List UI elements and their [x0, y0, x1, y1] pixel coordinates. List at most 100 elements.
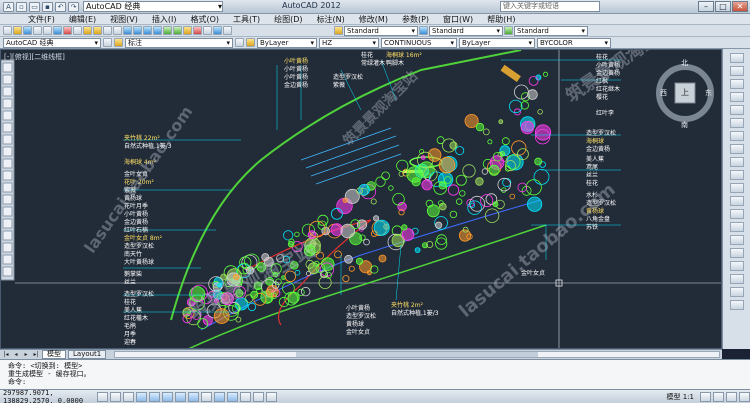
print-icon[interactable] [33, 26, 42, 35]
menu-view[interactable]: 视图(V) [110, 14, 138, 25]
isolate-objects-icon[interactable] [726, 391, 737, 402]
layer-previous-icon[interactable] [246, 38, 255, 47]
make-current-icon[interactable] [235, 38, 244, 47]
modify-explode-icon[interactable] [729, 287, 744, 297]
command-prompt[interactable]: 命令: [8, 378, 742, 386]
zoom-window-icon[interactable] [143, 26, 152, 35]
open-file-icon[interactable]: ▭ [29, 1, 40, 12]
text-style-select[interactable]: Standard ▾ [344, 25, 418, 36]
snap-mode-button[interactable] [110, 391, 121, 402]
plotstyle-select[interactable]: BYCOLOR ▾ [537, 37, 611, 48]
viewport-label[interactable]: [-][俯视][二维线框] [4, 52, 65, 62]
polar-tracking-button[interactable] [149, 391, 160, 402]
zoom-realtime-icon[interactable] [133, 26, 142, 35]
publish-icon[interactable] [53, 26, 62, 35]
viewcube-west-label[interactable]: 西 [660, 90, 667, 97]
pan-tool-icon[interactable] [729, 53, 744, 63]
linetype-select[interactable]: CONTINUOUS ▾ [381, 37, 457, 48]
orbit-tool-icon[interactable] [729, 79, 744, 89]
object-snap-tracking-button[interactable] [188, 391, 199, 402]
tab-model[interactable]: 模型 [42, 350, 66, 359]
menu-parametric[interactable]: 参数(P) [402, 14, 429, 25]
modify-chamfer-icon[interactable] [729, 261, 744, 271]
menu-insert[interactable]: 插入(I) [152, 14, 177, 25]
modify-join-icon[interactable] [729, 248, 744, 258]
design-center-icon[interactable] [173, 26, 182, 35]
workspace-settings-icon[interactable] [103, 38, 112, 47]
prev-tab-arrow-icon[interactable]: ◂ [12, 351, 20, 359]
undo-icon[interactable]: ↶ [55, 1, 66, 12]
save-icon[interactable] [23, 26, 32, 35]
zoom-previous-icon[interactable] [153, 26, 162, 35]
annotation-layer-select[interactable]: 标注 ▾ [125, 37, 233, 48]
quick-properties-button[interactable] [253, 391, 264, 402]
viewcube-north-label[interactable]: 北 [681, 60, 688, 67]
redo-icon[interactable] [113, 26, 122, 35]
lock-ui-icon[interactable] [713, 391, 724, 402]
menu-format[interactable]: 格式(O) [190, 14, 219, 25]
menu-file[interactable]: 文件(F) [28, 14, 55, 25]
clean-screen-icon[interactable] [739, 391, 750, 402]
drawing-viewport[interactable]: [-][俯视][二维线框] 北 南 东 西 上 夹竹桃 22m² 自然式种植,1… [0, 49, 722, 349]
redo-icon[interactable]: ↷ [68, 1, 79, 12]
maximize-button[interactable]: □ [715, 1, 731, 12]
scrollbar-thumb[interactable] [296, 352, 538, 357]
menu-modify[interactable]: 修改(M) [359, 14, 388, 25]
workspace-select[interactable]: AutoCAD 经典 ▾ [3, 37, 101, 48]
tool-palettes-icon[interactable] [183, 26, 192, 35]
next-tab-arrow-icon[interactable]: ▸ [22, 351, 30, 359]
open-icon[interactable] [13, 26, 22, 35]
infer-constraints-button[interactable] [97, 391, 108, 402]
modify-break-icon[interactable] [729, 235, 744, 245]
last-tab-arrow-icon[interactable]: ▸| [32, 351, 40, 359]
modify-copy-icon[interactable] [729, 118, 744, 128]
grid-display-button[interactable] [123, 391, 134, 402]
dynamic-input-button[interactable] [214, 391, 225, 402]
modify-erase-icon[interactable] [729, 300, 744, 310]
app-menu-icon[interactable]: A [3, 1, 14, 12]
modify-mirror-icon[interactable] [729, 131, 744, 141]
ortho-mode-button[interactable] [136, 391, 147, 402]
modify-stretch-icon[interactable] [729, 196, 744, 206]
viewcube-east-label[interactable]: 东 [705, 90, 712, 97]
tab-layout1[interactable]: Layout1 [68, 350, 107, 359]
menu-help[interactable]: 帮助(H) [487, 14, 515, 25]
help-search-input[interactable]: 键入关键字或短语 [500, 1, 600, 12]
calculator-icon[interactable] [213, 26, 222, 35]
modify-scale-icon[interactable] [729, 183, 744, 193]
close-button[interactable]: ✕ [732, 1, 748, 12]
viewcube-top-face[interactable]: 上 [681, 89, 689, 97]
cut-icon[interactable] [63, 26, 72, 35]
copy-icon[interactable] [73, 26, 82, 35]
transparency-button[interactable] [240, 391, 251, 402]
preview-icon[interactable] [43, 26, 52, 35]
match-properties-icon[interactable] [93, 26, 102, 35]
workspace-switching-icon[interactable] [700, 391, 711, 402]
save-icon[interactable]: ▪ [42, 1, 53, 12]
cursor-coordinates[interactable]: 297987.9071, 138829.2570, 0.0000 [3, 389, 95, 403]
command-window[interactable]: 命令: <切换到: 模型> 重生成模型 - 缓存视口。 命令: [0, 359, 750, 389]
menu-tools[interactable]: 工具(T) [233, 14, 260, 25]
annotation-scale[interactable]: 模型 1:1 [667, 392, 699, 402]
zoom-tool-icon[interactable] [729, 66, 744, 76]
menu-edit[interactable]: 编辑(E) [69, 14, 96, 25]
paste-icon[interactable] [83, 26, 92, 35]
sheet-set-icon[interactable] [193, 26, 202, 35]
modify-offset-icon[interactable] [729, 144, 744, 154]
selection-cycling-button[interactable] [266, 391, 277, 402]
horizontal-scrollbar[interactable] [114, 351, 720, 358]
3d-object-snap-button[interactable] [175, 391, 186, 402]
object-snap-button[interactable] [162, 391, 173, 402]
lineweight-button[interactable] [227, 391, 238, 402]
new-file-icon[interactable]: ▫ [16, 1, 27, 12]
workspace-switcher[interactable]: AutoCAD 经典 ▾ [83, 1, 223, 12]
dim-style-select[interactable]: Standard ▾ [429, 25, 503, 36]
undo-icon[interactable] [103, 26, 112, 35]
menu-draw[interactable]: 绘图(D) [274, 14, 302, 25]
table-style-select[interactable]: Standard ▾ [514, 25, 588, 36]
modify-move-icon[interactable] [729, 105, 744, 115]
help-icon[interactable] [223, 26, 232, 35]
pan-icon[interactable] [123, 26, 132, 35]
first-tab-arrow-icon[interactable]: |◂ [2, 351, 10, 359]
dynamic-ucs-button[interactable] [201, 391, 212, 402]
